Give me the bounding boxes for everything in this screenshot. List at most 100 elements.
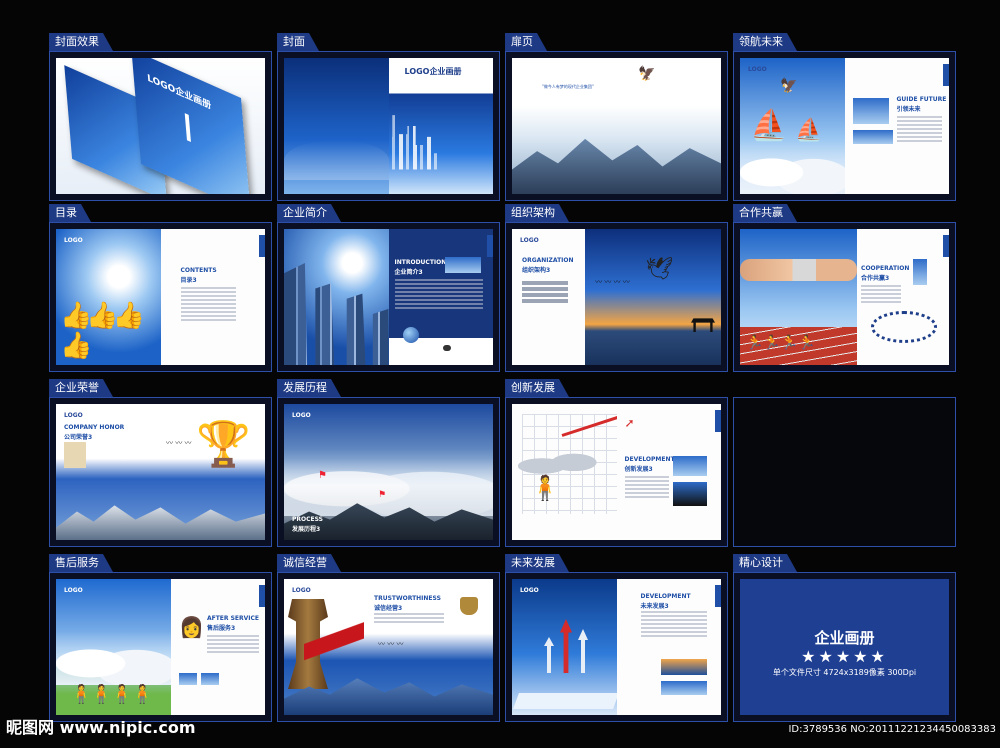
- panel-honor[interactable]: 企业荣誉 LOGO COMPANY HONOR 公司荣誉3 🏆 〰 〰 〰: [49, 397, 272, 547]
- section-subheading: 公司荣誉3: [64, 434, 93, 441]
- eagle-icon: 🦅: [638, 66, 656, 82]
- clouds: [56, 630, 171, 686]
- page-tab: [259, 235, 265, 257]
- arrows-page: LOGO: [512, 579, 617, 715]
- trophy-icon: 🏆: [196, 419, 251, 470]
- panel-after-service[interactable]: 售后服务 LOGO 🧍🧍🧍🧍 👩 AFTER SERVICE 售后服务3: [49, 572, 272, 722]
- section-subheading: 企业简介3: [394, 269, 423, 276]
- panel-cover[interactable]: 封面 LOGO企业画册: [277, 51, 500, 201]
- arrow-icon: [184, 113, 191, 143]
- staff-page: LOGO 🧍🧍🧍🧍: [56, 579, 171, 715]
- logo-mark: LOGO: [64, 237, 83, 244]
- body-text: [206, 635, 259, 655]
- panel-future-dev[interactable]: 未来发展 LOGO DEVELOPMENT 未来发展3: [505, 572, 728, 722]
- page-tab: [259, 585, 265, 607]
- red-up-arrow: [560, 619, 572, 673]
- section-heading: TRUSTWORTHINESS: [374, 595, 441, 602]
- design-summary: 企业画册 ★★★★★ 单个文件尺寸 4724x3189像素 300Dpi: [740, 579, 949, 715]
- panel-label: 未来发展: [505, 554, 569, 572]
- panel-cover-effect[interactable]: 封面效果 LOGO企业画册: [49, 51, 272, 201]
- photo-thumb: [660, 659, 707, 675]
- page-tab: [715, 410, 721, 432]
- panel-organization[interactable]: 组织架构 LOGO ORGANIZATION 组织架构3 🕊 〰 〰 〰 〰: [505, 222, 728, 372]
- intro-text-page: INTRODUCTION 企业简介3: [388, 229, 493, 365]
- flying-birds: 〰 〰 〰: [378, 640, 404, 648]
- logo-mark: LOGO: [520, 237, 539, 244]
- section-heading: DEVELOPMENT: [624, 456, 675, 463]
- panel-label: 合作共赢: [733, 204, 797, 222]
- businessman-icon: 🧍: [530, 474, 560, 502]
- red-arrow-head: ➚: [624, 416, 635, 430]
- eagle-icon: 🦅: [780, 78, 798, 94]
- cover-front-page: LOGO企业画册: [388, 58, 493, 194]
- section-subheading: 组织架构3: [522, 267, 551, 274]
- text-page: GUIDE FUTURE 引领未来: [844, 58, 949, 194]
- panel-fine-design[interactable]: 精心设计 企业画册 ★★★★★ 单个文件尺寸 4724x3189像素 300Dp…: [733, 572, 956, 722]
- relay-hands: [740, 259, 858, 281]
- page-tab: [487, 235, 493, 257]
- section-subheading: 未来发展3: [640, 603, 669, 610]
- section-subheading: 诚信经营3: [374, 605, 403, 612]
- panel-company-intro[interactable]: 企业简介 INTRODUCTION 企业简介3: [277, 222, 500, 372]
- pier: [691, 318, 715, 333]
- logo-mark: LOGO: [64, 587, 83, 594]
- sailboat-icon: ⛵: [750, 108, 788, 143]
- panel-label: 精心设计: [733, 554, 797, 572]
- page-tab: [943, 235, 949, 257]
- future-text-page: DEVELOPMENT 未来发展3: [616, 579, 721, 715]
- staff-icon: 🧍🧍🧍🧍: [70, 684, 154, 705]
- section-subheading: 目录3: [180, 277, 197, 284]
- section-subheading: 创新发展3: [624, 466, 653, 473]
- section-heading: AFTER SERVICE: [206, 615, 260, 622]
- section-heading: PROCESS: [292, 516, 323, 523]
- panel-title-page[interactable]: 扉页 "做今人有梦的现代企业集团" 🦅: [505, 51, 728, 201]
- body-text: [394, 279, 483, 311]
- contents-list: [180, 287, 236, 323]
- white-up-arrow: [544, 637, 554, 673]
- panel-contents[interactable]: 目录 LOGO 👍👍👍👍 CONTENTS 目录3: [49, 222, 272, 372]
- file-size-detail: 单个文件尺寸 4724x3189像素 300Dpi: [772, 668, 917, 677]
- panel-history[interactable]: 发展历程 LOGO ⚑ ⚑ PROCESS 发展历程3: [277, 397, 500, 547]
- body-text: [861, 285, 902, 305]
- relay-page: 🏃🏃🏃🏃: [740, 229, 858, 365]
- photo-thumb: [660, 681, 707, 695]
- panel-label: 发展历程: [277, 379, 341, 397]
- certificate-thumb: [64, 442, 86, 468]
- section-heading: CONTENTS: [180, 267, 217, 274]
- section-heading: COMPANY HONOR: [64, 424, 125, 431]
- section-subheading: 合作共赢3: [861, 275, 890, 282]
- photo-thumb: [178, 673, 197, 685]
- panel-empty: [733, 397, 956, 547]
- section-heading: ORGANIZATION: [522, 257, 574, 264]
- photo-thumb: [672, 482, 707, 506]
- panel-cooperation[interactable]: 合作共赢 🏃🏃🏃🏃 COOPERATION 合作共赢3: [733, 222, 956, 372]
- panel-lead-future[interactable]: 领航未来 LOGO ⛵ ⛵ 🦅 GUIDE FUTURE 引领未来: [733, 51, 956, 201]
- logo-mark: LOGO: [292, 412, 311, 419]
- bronze-vessel-icon: [460, 597, 478, 615]
- panel-label: 扉页: [505, 33, 547, 51]
- photo-thumb: [672, 456, 707, 476]
- panel-innovation[interactable]: 创新发展 🧍 ➚ DEVELOPMENT 创新发展3: [505, 397, 728, 547]
- section-subheading: 引领未来: [896, 106, 921, 113]
- logo-mark: LOGO: [748, 66, 767, 73]
- panel-label: 封面: [277, 33, 319, 51]
- headset-agent-icon: 👩: [178, 615, 204, 639]
- cover-logo-text: LOGO企业画册: [404, 67, 462, 76]
- map-platform: [513, 693, 617, 709]
- body-text: [640, 611, 707, 639]
- mouse-icon: [442, 345, 451, 351]
- growth-chart-page: 🧍: [512, 404, 617, 540]
- city-skyline: [388, 115, 441, 170]
- panel-integrity[interactable]: 诚信经营 LOGO TRUSTWORTHINESS 诚信经营3 〰 〰 〰: [277, 572, 500, 722]
- brochure-grid: 封面效果 LOGO企业画册 封面 LOGO企业画册 扉页 "做今人有梦的现代企业…: [0, 0, 1000, 748]
- innovation-text-page: ➚ DEVELOPMENT 创新发展3: [616, 404, 721, 540]
- white-up-arrow: [578, 629, 588, 673]
- section-heading: COOPERATION: [861, 265, 910, 272]
- service-text-page: 👩 AFTER SERVICE 售后服务3: [170, 579, 265, 715]
- org-chart-page: LOGO ORGANIZATION 组织架构3: [512, 229, 586, 365]
- section-subheading: 发展历程3: [292, 526, 321, 533]
- cover-back-page: [284, 58, 389, 194]
- section-subheading: 售后服务3: [206, 625, 236, 632]
- photo-thumb: [852, 130, 893, 144]
- panel-label: 企业荣誉: [49, 379, 113, 397]
